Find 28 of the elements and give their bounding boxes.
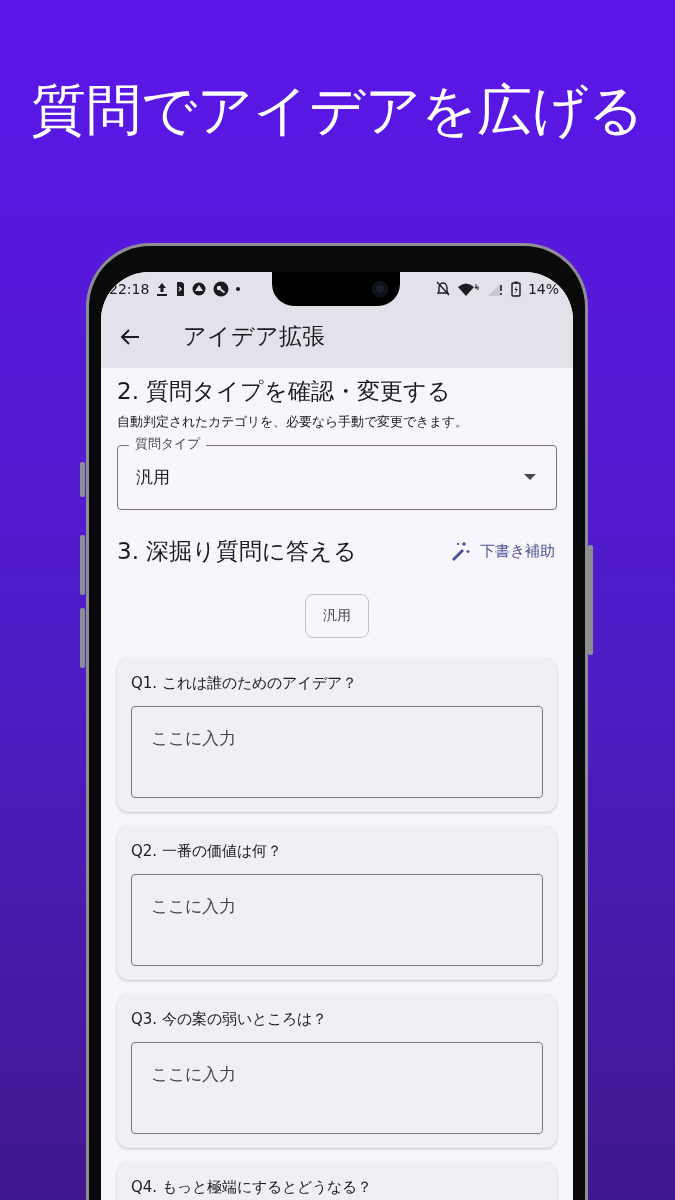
section-heading: 2. 質問タイプを確認・変更する <box>117 377 453 406</box>
key-icon <box>213 280 230 297</box>
answer-field[interactable]: ここに入力 <box>131 1042 543 1134</box>
question-label: Q2. 一番の価値は何？ <box>131 842 283 860</box>
magic-wand-icon <box>450 541 470 561</box>
question-label: Q1. これは誰のためのアイデア？ <box>131 674 358 692</box>
answer-field[interactable]: ここに入力 <box>131 706 543 798</box>
screen-title: アイデア拡張 <box>183 322 325 351</box>
dropdown-caret-icon <box>524 474 536 481</box>
battery-percent: 14% <box>527 280 559 297</box>
battery-icon <box>510 280 521 297</box>
section-heading: 3. 深掘り質問に答える <box>117 537 358 566</box>
section-description: 自動判定されたカテゴリを、必要なら手動で変更できます。 <box>117 414 469 431</box>
dropdown-label: 質問タイプ <box>129 436 206 452</box>
placeholder-text: ここに入力 <box>151 728 236 748</box>
answer-field[interactable]: ここに入力 <box>131 874 543 966</box>
dropdown-value: 汎用 <box>136 466 170 489</box>
draft-assist-button[interactable]: 下書き補助 <box>442 537 557 565</box>
question-type-dropdown[interactable]: 質問タイプ 汎用 <box>117 436 557 510</box>
question-label: Q4. もっと極端にするとどうなる？ <box>131 1178 373 1196</box>
placeholder-text: ここに入力 <box>151 1064 236 1084</box>
placeholder-text: ここに入力 <box>151 896 236 916</box>
sim-card-icon <box>175 280 186 297</box>
headline: 質問でアイデアを広げる <box>31 77 644 144</box>
question-label: Q3. 今の案の弱いところは？ <box>131 1010 328 1028</box>
bell-off-icon <box>435 280 450 297</box>
category-chip[interactable]: 汎用 <box>305 594 369 638</box>
dot-icon <box>236 286 241 291</box>
